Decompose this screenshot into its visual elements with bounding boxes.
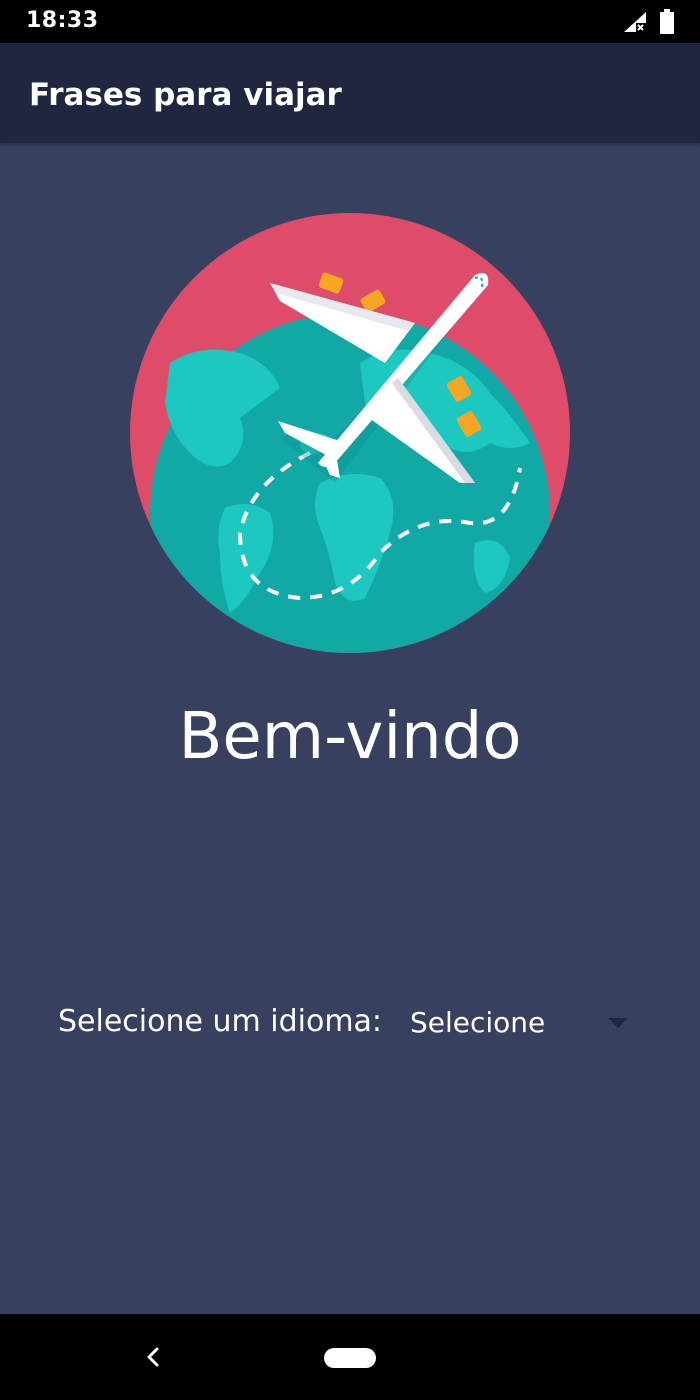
airplane-over-globe-icon [130, 213, 570, 653]
status-time: 18:33 [26, 8, 99, 33]
language-selector-row: Selecione um idioma: Selecione [58, 1004, 638, 1054]
app-bar: Frases para viajar [0, 43, 700, 143]
battery-icon [660, 9, 674, 34]
status-bar: 18:33 [0, 0, 700, 43]
language-label: Selecione um idioma: [58, 1004, 383, 1039]
app-title: Frases para viajar [29, 77, 342, 113]
navigation-bar [0, 1314, 700, 1400]
home-icon[interactable] [324, 1348, 376, 1368]
welcome-heading: Bem-vindo [178, 700, 522, 774]
language-select[interactable]: Selecione [410, 998, 640, 1050]
signal-no-service-icon [624, 12, 646, 32]
dropdown-arrow-icon [608, 1018, 628, 1028]
back-icon[interactable] [136, 1340, 170, 1374]
language-select-value: Selecione [410, 1006, 546, 1039]
